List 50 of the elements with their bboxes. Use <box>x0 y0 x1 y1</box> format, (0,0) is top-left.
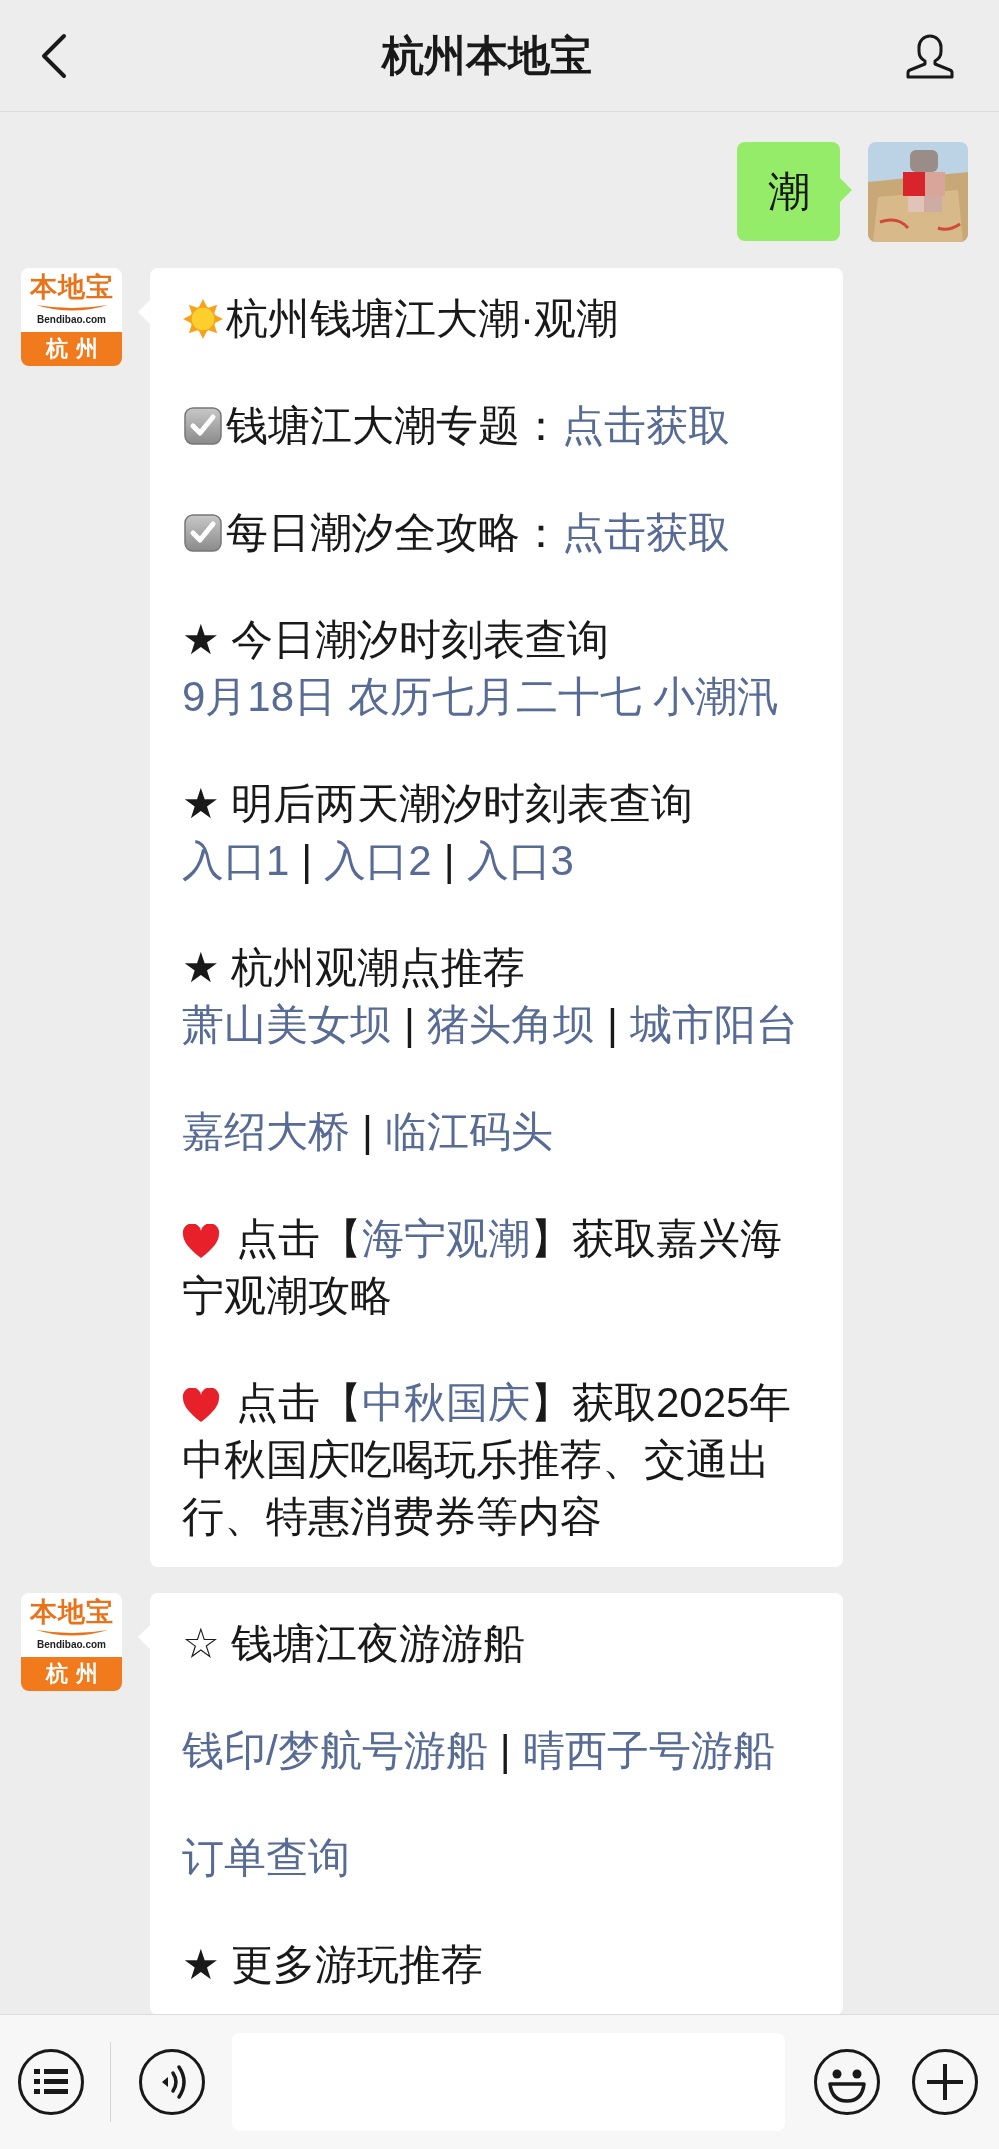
logo-url: Bendibao.com <box>37 314 106 326</box>
link[interactable]: 猪头角坝 <box>426 1001 595 1048</box>
logo-city: 杭州 <box>21 332 122 366</box>
message-text: 每日潮汐全攻略：点击获取 <box>182 504 802 561</box>
link[interactable]: 临江码头 <box>384 1108 553 1155</box>
heart-icon <box>182 1224 220 1260</box>
logo-url: Bendibao.com <box>37 1639 106 1651</box>
logo-city: 杭州 <box>21 1657 122 1691</box>
chat-title: 杭州本地宝 <box>381 30 592 81</box>
back-icon[interactable] <box>40 32 68 79</box>
link[interactable]: 入口1 <box>182 837 290 884</box>
logo-text: 本地宝 <box>29 273 114 301</box>
message-text: ★ 明后两天潮汐时刻表查询 <box>182 779 695 829</box>
link[interactable]: 嘉绍大桥 <box>182 1108 350 1155</box>
link[interactable]: 晴西子号游船 <box>522 1727 775 1774</box>
brand-logo[interactable]: 本地宝 Bendibao.com 杭州 <box>21 1593 122 1691</box>
checkbox-icon <box>182 405 224 447</box>
message-text: 杭州钱塘江大潮·观潮 <box>182 290 802 347</box>
logo-text: 本地宝 <box>29 1598 114 1626</box>
checkbox-icon <box>182 512 224 554</box>
message-text: ★ 今日潮汐时刻表查询 <box>182 615 611 665</box>
message-text: 嘉绍大桥 | 临江码头 <box>182 1107 554 1157</box>
voice-icon[interactable] <box>138 2048 206 2116</box>
message-text: 钱塘江大潮专题：点击获取 <box>182 397 802 454</box>
link[interactable]: 城市阳台 <box>629 1001 798 1048</box>
link[interactable]: 点击获取 <box>562 402 730 449</box>
message-text: ☆ 钱塘江夜游游船 <box>182 1619 527 1669</box>
message-text: ★ 杭州观潮点推荐 <box>182 943 527 993</box>
link[interactable]: 萧山美女坝 <box>182 1001 392 1048</box>
message-text: 入口1 | 入口2 | 入口3 <box>182 836 575 886</box>
link[interactable]: 中秋国庆 <box>362 1379 530 1426</box>
message-text: ★ 更多游玩推荐 <box>182 1940 485 1990</box>
heart-icon <box>182 1388 220 1424</box>
brand-logo[interactable]: 本地宝 Bendibao.com 杭州 <box>21 268 122 366</box>
message-text: 点击【中秋国庆】获取2025年中秋国庆吃喝玩乐推荐、交通出行、特惠消费券等内容 <box>182 1378 793 1542</box>
link[interactable]: 海宁观潮 <box>362 1215 530 1262</box>
message-text: 钱印/梦航号游船 | 晴西子号游船 <box>182 1726 776 1776</box>
emoji-icon[interactable] <box>813 2048 881 2116</box>
link[interactable]: 9月18日 农历七月二十七 小潮汛 <box>182 673 780 720</box>
link[interactable]: 入口3 <box>466 837 574 884</box>
sun-icon <box>182 298 224 340</box>
link[interactable]: 点击获取 <box>562 509 730 556</box>
plus-icon[interactable] <box>911 2048 979 2116</box>
link[interactable]: 入口2 <box>324 837 432 884</box>
link[interactable]: 订单查询 <box>182 1834 350 1881</box>
link[interactable]: 钱印/梦航号游船 <box>182 1727 488 1774</box>
message-text: 点击【海宁观潮】获取嘉兴海宁观潮攻略 <box>182 1214 783 1321</box>
message-text: 萧山美女坝 | 猪头角坝 | 城市阳台 <box>182 1000 799 1050</box>
person-icon[interactable] <box>905 32 955 79</box>
menu-icon[interactable] <box>17 2048 85 2116</box>
